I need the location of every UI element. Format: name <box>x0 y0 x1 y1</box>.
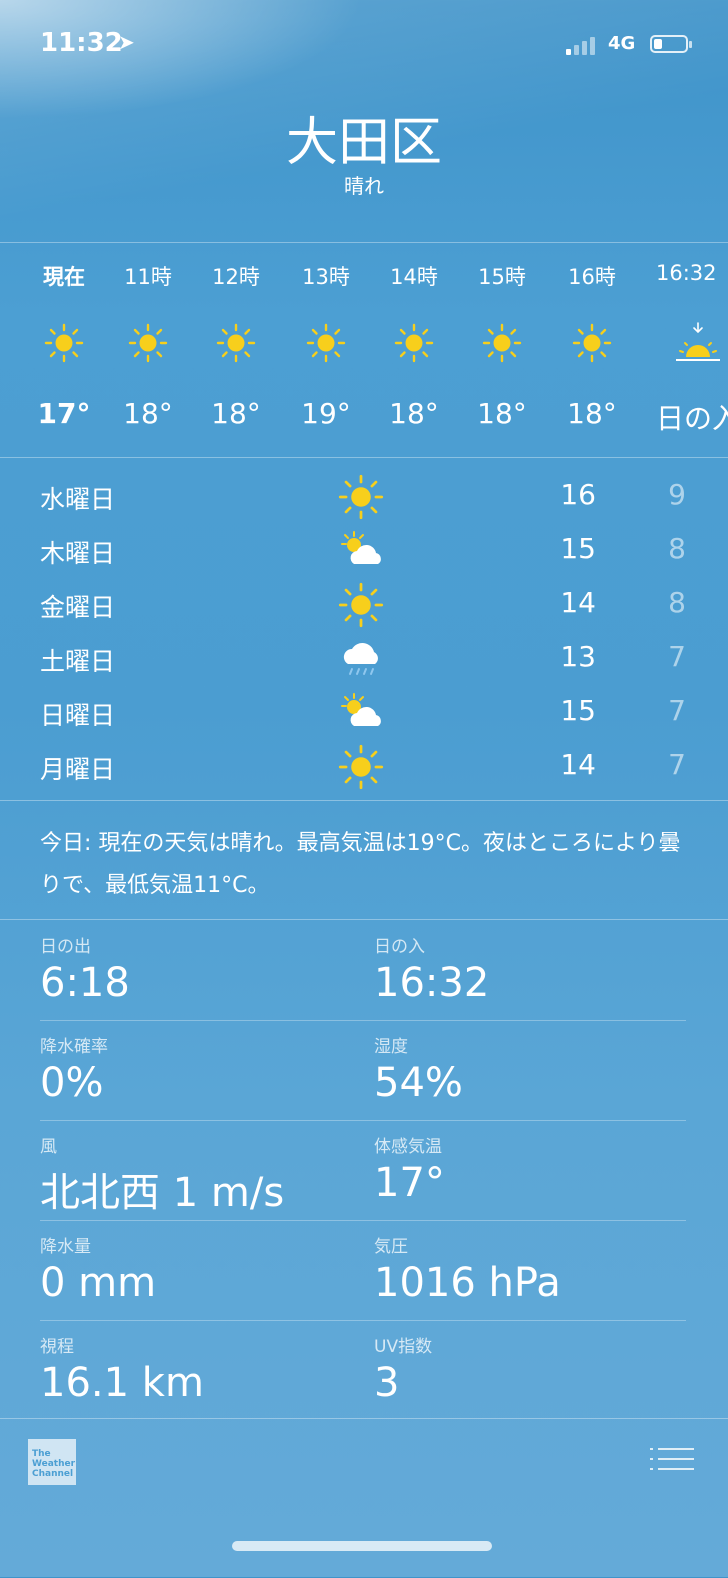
detail-label: 日の入 <box>374 937 425 957</box>
list-item: 金曜日 14 8 <box>0 578 728 632</box>
location-arrow-icon: ➤ <box>118 30 135 54</box>
detail-value: 16.1 km <box>40 1360 204 1406</box>
list-item: 土曜日 13 7 <box>0 632 728 686</box>
day-name: 日曜日 <box>40 701 116 730</box>
hour-temp: 19° <box>301 397 351 430</box>
day-high: 14 <box>560 748 596 781</box>
day-name: 木曜日 <box>40 539 116 568</box>
sun-icon <box>44 323 84 363</box>
sun-icon <box>306 323 346 363</box>
sun-icon <box>338 474 384 520</box>
detail-value: 1016 hPa <box>374 1260 561 1306</box>
sun-icon <box>394 323 434 363</box>
hour-temp: 18° <box>477 397 527 430</box>
day-low: 7 <box>668 748 686 781</box>
hour-label: 16:32 <box>656 261 717 285</box>
network-type: 4G <box>608 33 636 54</box>
detail-value: 0 mm <box>40 1260 157 1306</box>
day-high: 15 <box>560 694 596 727</box>
detail-label: 視程 <box>40 1337 74 1357</box>
status-time: 11:32 <box>40 28 123 58</box>
detail-row: 降水量 0 mm 気圧 1016 hPa <box>40 1220 686 1321</box>
list-item: 月曜日 14 7 <box>0 740 728 794</box>
detail-label: 降水確率 <box>40 1037 108 1057</box>
home-indicator[interactable] <box>232 1541 492 1551</box>
detail-row: 日の出 6:18 日の入 16:32 <box>40 920 686 1021</box>
hour-label: 現在 <box>43 265 85 289</box>
sunset-icon <box>676 322 720 361</box>
day-high: 15 <box>560 532 596 565</box>
daily-summary: 今日: 現在の天気は晴れ。最高気温は19°C。夜はところにより曇りで、最低気温1… <box>0 800 728 920</box>
list-item: 日曜日 15 7 <box>0 686 728 740</box>
detail-value: 北北西 1 m/s <box>40 1170 285 1216</box>
detail-label: 日の出 <box>40 937 91 957</box>
detail-label: UV指数 <box>374 1337 433 1357</box>
detail-value: 3 <box>374 1360 400 1406</box>
detail-value: 6:18 <box>40 960 130 1006</box>
detail-value: 17° <box>374 1160 445 1206</box>
hour-temp: 18° <box>389 397 439 430</box>
hour-temp: 17° <box>37 397 91 430</box>
sun-icon <box>338 582 384 628</box>
detail-value: 0% <box>40 1060 104 1106</box>
day-name: 土曜日 <box>40 647 116 676</box>
sun-icon <box>216 323 256 363</box>
day-high: 13 <box>560 640 596 673</box>
day-low: 7 <box>668 694 686 727</box>
city-name: 大田区 <box>285 113 442 173</box>
hour-temp: 日の入 <box>656 402 728 435</box>
current-condition: 晴れ <box>344 174 384 198</box>
sun-icon <box>482 323 522 363</box>
day-low: 9 <box>668 478 686 511</box>
list-item: 水曜日 16 9 <box>0 470 728 524</box>
list-icon[interactable] <box>650 1445 694 1473</box>
detail-row: 風 北北西 1 m/s 体感気温 17° <box>40 1120 686 1221</box>
detail-value: 54% <box>374 1060 463 1106</box>
hour-label: 11時 <box>124 265 172 289</box>
detail-row: 視程 16.1 km UV指数 3 <box>40 1320 686 1420</box>
rain-cloud-icon <box>343 643 378 675</box>
partly-cloudy-icon <box>341 693 381 726</box>
day-high: 16 <box>560 478 596 511</box>
day-name: 金曜日 <box>40 593 116 622</box>
hourly-forecast[interactable]: 現在 17° 11時 18° 12時 18° 13時 19° 14時 18° 1… <box>0 242 728 458</box>
status-bar: 11:32 ➤ 4G <box>0 0 728 90</box>
list-item: 木曜日 15 8 <box>0 524 728 578</box>
hour-temp: 18° <box>211 397 261 430</box>
detail-row: 降水確率 0% 湿度 54% <box>40 1020 686 1121</box>
day-low: 7 <box>668 640 686 673</box>
day-low: 8 <box>668 586 686 619</box>
footer: The Weather Channel <box>0 1418 728 1578</box>
detail-label: 体感気温 <box>374 1137 442 1157</box>
detail-label: 降水量 <box>40 1237 91 1257</box>
battery-icon <box>650 35 692 53</box>
partly-cloudy-icon <box>341 531 381 564</box>
day-high: 14 <box>560 586 596 619</box>
sun-icon <box>338 744 384 790</box>
sun-icon <box>572 323 612 363</box>
hour-label: 16時 <box>568 265 616 289</box>
detail-label: 湿度 <box>374 1037 408 1057</box>
hour-label: 15時 <box>478 265 526 289</box>
detail-label: 風 <box>40 1137 57 1157</box>
detail-value: 16:32 <box>374 960 490 1006</box>
hour-label: 12時 <box>212 265 260 289</box>
hour-temp: 18° <box>567 397 617 430</box>
detail-label: 気圧 <box>374 1237 408 1257</box>
weather-channel-logo[interactable]: The Weather Channel <box>28 1439 76 1485</box>
hour-label: 14時 <box>390 265 438 289</box>
day-name: 水曜日 <box>40 485 116 514</box>
signal-icon <box>566 36 598 55</box>
hour-label: 13時 <box>302 265 350 289</box>
day-name: 月曜日 <box>40 755 116 784</box>
sun-icon <box>128 323 168 363</box>
day-low: 8 <box>668 532 686 565</box>
summary-text: 今日: 現在の天気は晴れ。最高気温は19°C。夜はところにより曇りで、最低気温1… <box>40 831 681 898</box>
hour-temp: 18° <box>123 397 173 430</box>
